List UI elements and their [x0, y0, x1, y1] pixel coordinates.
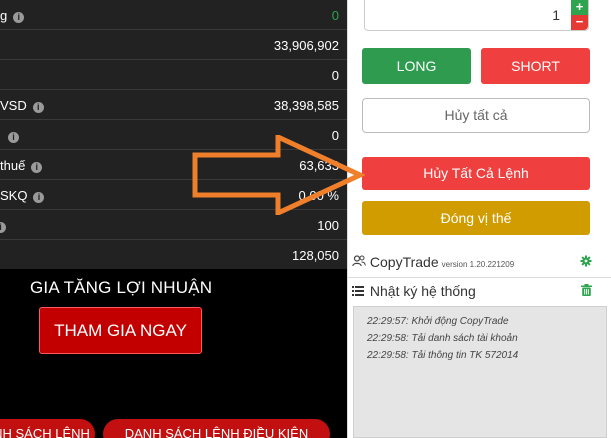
row-label: SKQ [0, 188, 28, 203]
quantity-stepper[interactable]: 1 + − [364, 0, 589, 31]
minus-icon[interactable]: − [571, 15, 588, 30]
plus-icon[interactable]: + [571, 0, 588, 15]
divider [348, 277, 611, 278]
trash-icon[interactable] [581, 284, 592, 299]
info-icon[interactable]: i [13, 12, 25, 23]
row-value: 38,398,585 [273, 98, 339, 113]
cancel-all-button[interactable]: Hủy tất cả [362, 98, 590, 133]
copytrade-header: CopyTrade version 1.20.221209 [352, 254, 592, 274]
row-value: 0 [331, 68, 339, 83]
info-icon[interactable]: i [31, 162, 43, 173]
info-icon[interactable]: i [0, 222, 6, 233]
arrow-icon [192, 135, 365, 215]
people-icon [352, 255, 366, 270]
quantity-value[interactable]: 1 [552, 7, 560, 23]
system-log-header: Nhật ký hệ thống [352, 283, 592, 303]
promo-title: GIA TĂNG LỢI NHUẬN [30, 278, 213, 297]
row-value: 33,906,902 [273, 38, 339, 53]
row-value: 100 [317, 218, 339, 233]
table-row: gi 0 [0, 0, 347, 30]
table-row: 33,906,902 [0, 30, 347, 60]
info-icon[interactable]: i [33, 192, 45, 203]
info-icon[interactable]: i [8, 132, 19, 143]
account-panel: gi 0 33,906,902 0 VSD i 38,398,585 i 0 th… [0, 0, 347, 438]
row-value: 128,050 [292, 248, 339, 263]
row-value: 0 [331, 8, 339, 23]
system-log-title: Nhật ký hệ thống [369, 283, 476, 299]
row-label: thuế [0, 158, 26, 173]
gear-icon[interactable] [580, 255, 592, 270]
info-icon[interactable]: i [32, 102, 44, 113]
cancel-all-orders-button[interactable]: Hủy Tất Cả Lệnh [362, 157, 590, 190]
system-log-box[interactable]: 22:29:57: Khởi động CopyTrade 22:29:58: … [353, 306, 607, 438]
log-line: 22:29:58: Tải thông tin TK 572014 [367, 350, 519, 361]
join-now-button[interactable]: THAM GIA NGAY [39, 307, 202, 354]
log-line: 22:29:57: Khởi động CopyTrade [367, 316, 509, 327]
row-label: VSD [0, 98, 27, 113]
long-button[interactable]: LONG [362, 48, 471, 84]
table-row: VSD i 38,398,585 [0, 90, 347, 120]
close-position-button[interactable]: Đóng vị thế [362, 201, 590, 235]
tab-order-list[interactable]: DANH SÁCH LỆNH [0, 419, 95, 438]
row-label: g [0, 8, 8, 23]
log-line: 22:29:58: Tải danh sách tài khoản [367, 333, 518, 344]
list-icon [352, 285, 366, 299]
table-row: 0 [0, 60, 347, 90]
trade-panel: 1 + − LONG SHORT Hủy tất cả Hủy Tất Cả L… [347, 0, 611, 438]
tab-conditional-order-list[interactable]: DANH SÁCH LỆNH ĐIỀU KIỆN [103, 419, 330, 438]
short-button[interactable]: SHORT [481, 48, 590, 84]
copytrade-title: CopyTrade [369, 254, 439, 270]
table-row: 128,050 [0, 240, 347, 270]
version-label: version 1.20.221209 [441, 260, 515, 269]
